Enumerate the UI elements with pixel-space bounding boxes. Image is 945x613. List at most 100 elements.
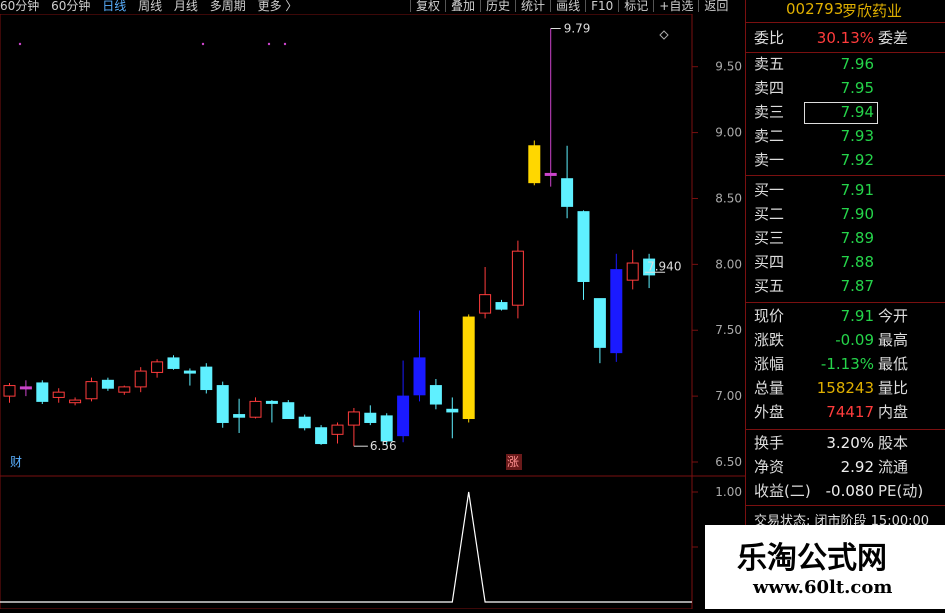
stats-row[interactable]: 涨跌 -0.09 最高 [746,328,945,352]
stats2-value: -0.080 [825,482,874,500]
selected-price-box [804,102,878,124]
stats-value: -0.09 [835,331,874,349]
candle-body [233,414,246,418]
period-tab[interactable]: 多周期 [210,0,246,12]
stats-row[interactable]: 涨幅 -1.13% 最低 [746,352,945,376]
weibi-label: 委比 [754,29,785,47]
low-annotation: 6.56 [370,439,397,453]
asks-row[interactable]: 卖一 7.92 [746,148,945,172]
stats-value: 7.91 [840,307,874,325]
period-tab-active[interactable]: 日线 [102,0,126,12]
stock-code: 002793 [786,0,844,18]
candle-body [36,382,49,402]
asks-row[interactable]: 卖四 7.95 [746,76,945,100]
stats2-value: 3.20% [826,434,874,452]
toolbar-button[interactable]: 画线 [550,0,585,12]
bids-value: 7.88 [840,253,874,271]
period-tab[interactable]: 更多 〉 [258,0,298,12]
signal-dot [201,42,205,46]
candle-body [544,172,557,176]
period-tab[interactable]: 60分钟 [51,0,90,12]
candle-body [249,400,262,418]
candle-body [380,415,393,442]
toolbar-button[interactable]: 复权 [410,0,445,12]
divider [746,22,945,23]
candle-body [511,250,524,306]
bids-value: 7.89 [840,229,874,247]
stats-label2: 内盘 [878,403,909,421]
bids-row[interactable]: 买四 7.88 [746,250,945,274]
signal-dot [283,42,287,46]
toolbar-button[interactable]: 历史 [480,0,515,12]
candle-body [200,366,213,391]
stats-row[interactable]: 外盘 74417 内盘 [746,400,945,424]
marker-zhang: 涨 [507,454,519,469]
candle-body [446,408,459,413]
bids-row[interactable]: 买五 7.87 [746,274,945,298]
candle-body [479,294,492,314]
watermark-title: 乐淘公式网 [737,541,887,576]
asks-row[interactable]: 卖五 7.96 [746,52,945,76]
stats-value: 74417 [826,403,874,421]
candle-body [69,399,82,404]
stats2-value: 2.92 [840,458,874,476]
asks-row[interactable]: 卖二 7.93 [746,124,945,148]
stats-value: 158243 [816,379,874,397]
stats2-label: 换手 [754,434,785,452]
stats2-row[interactable]: 换手 3.20% 股本 [746,431,945,455]
watermark: 乐淘公式网 www.60lt.com [705,525,945,609]
y-tick-label: 7.50 [715,323,742,337]
stats2-row[interactable]: 收益(二) -0.080 PE(动) [746,479,945,503]
period-tab[interactable]: 60分钟 [0,0,39,12]
candle-body [315,427,328,445]
signal-dot [267,42,271,46]
bids-row[interactable]: 买一 7.91 [746,178,945,202]
stats-label2: 量比 [878,379,909,397]
bids-label: 买二 [754,205,785,223]
kline-chart-area[interactable]: 9.50 9.00 8.50 8.00 7.50 7.00 6.50 9.79 6.56 7.94… [0,13,745,610]
bids-label: 买五 [754,277,785,295]
y-tick-label: 6.50 [715,455,742,469]
weibi-value: 30.13% [816,29,874,47]
candle-body [151,361,164,373]
toolbar-button[interactable]: 统计 [515,0,550,12]
candle-body [52,391,65,398]
toolbar-button[interactable]: 返回 [698,0,733,12]
candle-body [3,385,16,397]
last-annotation: 7.940 [647,259,681,273]
toolbar-button[interactable]: 叠加 [445,0,480,12]
toolbar-button[interactable]: +自选 [653,0,698,12]
toolbar-button[interactable]: 标记 [618,0,653,12]
bids-row[interactable]: 买二 7.90 [746,202,945,226]
stats-row[interactable]: 总量 158243 量比 [746,376,945,400]
toolbar-button[interactable]: F10 [585,0,618,12]
stats2-row[interactable]: 净资 2.92 流通 [746,455,945,479]
stats-row[interactable]: 现价 7.91 今开 [746,304,945,328]
y-tick-label: 8.50 [715,191,742,205]
period-tab[interactable]: 周线 [138,0,162,12]
period-toolbar: 60分钟 60分钟 日线 周线 月线 多周期 更多 〉 复权 叠加 历史 统计 画线 F1… [0,0,745,14]
tool-buttons: 复权 叠加 历史 统计 画线 F10 标记 +自选 返回 [410,0,733,12]
weibi-row: 委比 30.13% 委差 [746,26,945,50]
stats2-label2: 流通 [878,458,909,476]
bids-value: 7.87 [840,277,874,295]
watermark-url: www.60lt.com [753,577,893,598]
period-tab[interactable]: 月线 [174,0,198,12]
stats-label: 涨幅 [754,355,785,373]
stats-label2: 最低 [878,355,909,373]
stats-label2: 今开 [878,307,909,325]
marker-cai: 财 [10,455,22,469]
weicha-label: 委差 [878,29,909,47]
candle-body [626,262,639,281]
candle-body [19,386,32,390]
asks-value: 7.93 [840,127,874,145]
stats-label: 总量 [754,379,785,397]
kline-chart[interactable]: 9.50 9.00 8.50 8.00 7.50 7.00 6.50 9.79 6.56 7.94… [0,13,745,610]
candle-body [347,411,360,426]
divider [746,505,945,506]
plot-frame [0,13,693,610]
asks-label: 卖一 [754,151,785,169]
asks-value: 7.96 [840,55,874,73]
bids-value: 7.91 [840,181,874,199]
bids-row[interactable]: 买三 7.89 [746,226,945,250]
